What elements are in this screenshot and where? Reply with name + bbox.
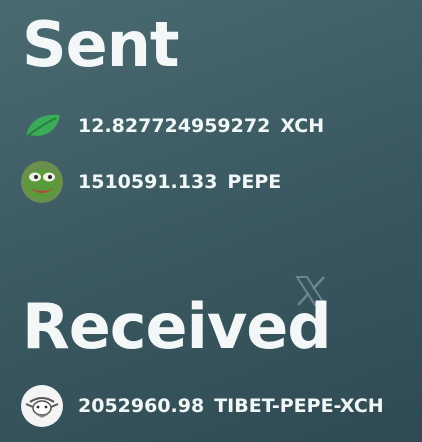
pepe-frog-icon — [20, 160, 64, 204]
received-ticker-tibet: TIBET-PEPE-XCH — [214, 395, 384, 417]
sent-amount-xch: 12.827724959272 — [78, 115, 271, 137]
received-heading: Received — [22, 290, 332, 363]
sent-heading: Sent — [22, 8, 179, 81]
sent-ticker-xch: XCH — [280, 115, 325, 137]
sent-item-xch: 12.827724959272 XCH — [20, 104, 324, 148]
received-amount-tibet: 2052960.98 — [78, 395, 205, 417]
chia-leaf-icon — [20, 104, 64, 148]
sent-item-pepe: 1510591.133 PEPE — [20, 160, 281, 204]
sent-amount-pepe: 1510591.133 — [78, 171, 218, 193]
received-item-tibet: 2052960.98 TIBET-PEPE-XCH — [20, 384, 384, 428]
tibet-swap-icon — [20, 384, 64, 428]
sent-ticker-pepe: PEPE — [227, 171, 282, 193]
